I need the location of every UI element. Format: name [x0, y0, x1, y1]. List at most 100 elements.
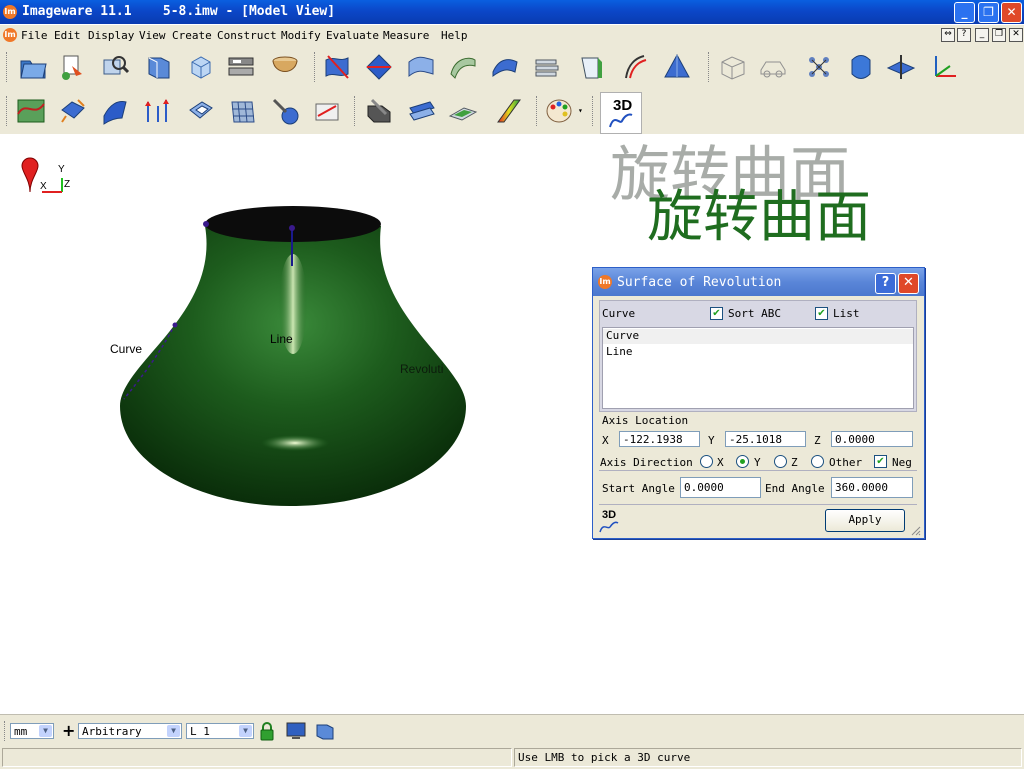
dialog-help-button[interactable]: ? [875, 273, 896, 294]
pyramid-icon[interactable] [662, 52, 692, 82]
surface-offset-icon[interactable] [620, 52, 650, 82]
bowl-surface-icon[interactable] [270, 52, 300, 82]
dir-x-radio[interactable] [700, 455, 713, 468]
close-button[interactable]: ✕ [1001, 2, 1022, 23]
chevron-down-icon: ▼ [239, 725, 252, 737]
surface-edit-icon[interactable] [322, 52, 352, 82]
shell-icon[interactable] [448, 96, 478, 126]
menu-help[interactable]: Help [441, 29, 468, 42]
menu-file[interactable]: File [21, 29, 48, 42]
list-item[interactable]: Curve [603, 329, 913, 344]
curve-surface-icon[interactable] [16, 96, 46, 126]
start-angle-field[interactable]: 0.0000 [680, 477, 761, 498]
wireframe-car-icon[interactable] [758, 52, 788, 82]
mdi-minimize-icon[interactable]: _ [975, 28, 989, 42]
axis-location-label: Axis Location [602, 414, 689, 427]
z-field[interactable]: 0.0000 [831, 431, 913, 447]
normal-arrows-icon[interactable] [142, 96, 172, 126]
toolbar-grip[interactable] [708, 52, 712, 82]
transform-icon[interactable] [58, 96, 88, 126]
dialog-title-bar[interactable]: Im Surface of Revolution ? ✕ [593, 268, 924, 296]
help-icon[interactable]: ? [957, 28, 971, 42]
toolbar-grip[interactable] [536, 96, 540, 126]
palette-dropdown-icon[interactable]: ▾ [578, 106, 586, 115]
monitor-icon[interactable] [285, 721, 307, 741]
dir-y-radio[interactable] [736, 455, 749, 468]
probe-icon[interactable] [270, 96, 300, 126]
cut-icon[interactable] [364, 96, 394, 126]
dir-z-radio[interactable] [774, 455, 787, 468]
neg-checkbox[interactable]: ✔ [874, 455, 887, 468]
measure-icon[interactable] [312, 96, 342, 126]
x-field[interactable]: -122.1938 [619, 431, 700, 447]
toolbar-grip[interactable] [314, 52, 318, 82]
palette-icon[interactable] [544, 96, 574, 126]
lock-icon[interactable] [258, 721, 276, 741]
list-item[interactable]: Line [603, 345, 913, 360]
doc-logo-icon[interactable]: Im [3, 28, 17, 42]
cube-view-icon[interactable] [186, 52, 216, 82]
y-field[interactable]: -25.1018 [725, 431, 806, 447]
fillet-icon[interactable] [100, 96, 130, 126]
mdi-close-icon[interactable]: ✕ [1009, 28, 1023, 42]
axis-icon[interactable] [928, 52, 958, 82]
snap-mode-select[interactable]: Arbitrary ▼ [78, 723, 182, 739]
resize-grip-icon[interactable] [909, 524, 921, 536]
wireframe-box-icon[interactable] [718, 52, 748, 82]
menu-measure[interactable]: Measure [383, 29, 429, 42]
solid-shape-icon[interactable] [846, 52, 876, 82]
surface-patch-icon[interactable] [490, 52, 520, 82]
mdi-restore-icon[interactable]: ❐ [992, 28, 1006, 42]
color-map-icon[interactable] [494, 96, 524, 126]
fit-window-icon[interactable]: ⇔ [941, 28, 955, 42]
layer-select[interactable]: L 1 ▼ [186, 723, 254, 739]
restore-button[interactable]: ❐ [978, 2, 999, 23]
menu-edit[interactable]: Edit [54, 29, 81, 42]
inspect-icon[interactable] [100, 52, 130, 82]
open-file-icon[interactable] [18, 52, 48, 82]
menu-view[interactable]: View [139, 29, 166, 42]
start-angle-label: Start Angle [602, 482, 675, 495]
units-select[interactable]: mm ▼ [10, 723, 54, 739]
view-orientation-icon[interactable] [314, 721, 336, 741]
list-checkbox[interactable]: ✔ [815, 307, 828, 320]
toolbar-grip[interactable] [6, 96, 10, 126]
grid-patch-icon[interactable] [228, 96, 258, 126]
menu-construct[interactable]: Construct [217, 29, 277, 42]
divider [599, 504, 917, 505]
revolution-surface[interactable] [100, 194, 500, 524]
surface-loft-icon[interactable] [532, 52, 562, 82]
dir-other-radio[interactable] [811, 455, 824, 468]
dialog-close-button[interactable]: ✕ [898, 273, 919, 294]
view-plane-icon[interactable] [144, 52, 174, 82]
trim-icon[interactable] [186, 96, 216, 126]
toolbar-grip[interactable] [6, 52, 10, 82]
toolbar: ▾ 3D [0, 46, 1024, 134]
surface-blend-icon[interactable] [448, 52, 478, 82]
dialog-3d-badge: 3D [602, 509, 617, 521]
menu-create[interactable]: Create [172, 29, 212, 42]
surface-sweep-icon[interactable] [406, 52, 436, 82]
toolbar-grip[interactable] [4, 721, 8, 741]
menu-modify[interactable]: Modify [281, 29, 321, 42]
list-label: List [833, 307, 860, 320]
plus-icon[interactable]: + [62, 721, 75, 740]
end-angle-field[interactable]: 360.0000 [831, 477, 913, 498]
toolbar-grip[interactable] [592, 96, 596, 126]
sort-abc-checkbox[interactable]: ✔ [710, 307, 723, 320]
axis-triad-icon [21, 157, 63, 193]
network-icon[interactable] [804, 52, 834, 82]
menu-display[interactable]: Display [88, 29, 134, 42]
layers-icon[interactable] [226, 52, 256, 82]
minimize-button[interactable]: _ [954, 2, 975, 23]
surface-diamond-icon[interactable] [364, 52, 394, 82]
surface-extend-icon[interactable] [576, 52, 606, 82]
apply-button[interactable]: Apply [825, 509, 905, 532]
menu-evaluate[interactable]: Evaluate [326, 29, 379, 42]
end-angle-label: End Angle [765, 482, 825, 495]
extrude-icon[interactable] [406, 96, 436, 126]
import-icon[interactable] [58, 52, 88, 82]
toolbar-grip[interactable] [354, 96, 358, 126]
plane-icon[interactable] [886, 52, 916, 82]
curve-list[interactable]: Curve Line [602, 327, 914, 409]
